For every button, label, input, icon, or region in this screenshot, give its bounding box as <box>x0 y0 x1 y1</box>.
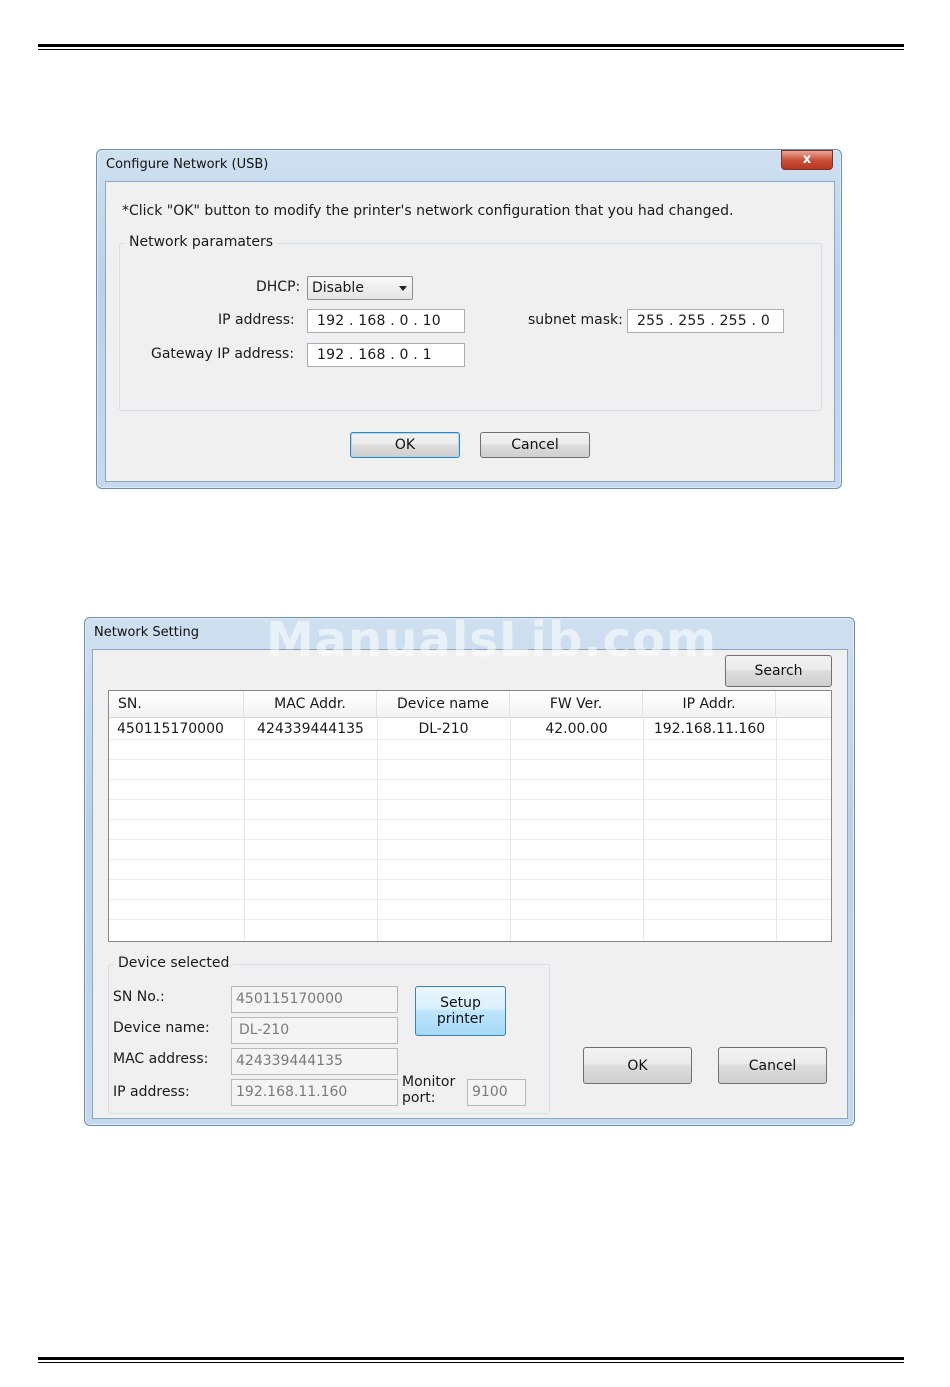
device-selected-label: Device selected <box>114 955 234 971</box>
column-header-sn[interactable]: SN. <box>109 691 244 717</box>
dialog-client-area: *Click "OK" button to modify the printer… <box>105 181 835 482</box>
ok-button[interactable]: OK <box>583 1047 692 1084</box>
cancel-button[interactable]: Cancel <box>480 432 590 458</box>
column-header-ip[interactable]: IP Addr. <box>643 691 776 717</box>
monitor-port-label-line1: Monitor <box>402 1074 456 1090</box>
row-divider <box>109 879 831 880</box>
dialog-title: Configure Network (USB) <box>106 157 269 172</box>
dialog-title: Network Setting <box>94 625 199 640</box>
setup-printer-button[interactable]: Setup printer <box>415 986 506 1036</box>
network-parameters-label: Network paramaters <box>125 234 278 250</box>
row-divider <box>109 859 831 860</box>
dhcp-value: Disable <box>312 280 364 296</box>
close-icon: x <box>802 152 812 167</box>
gateway-input[interactable]: 192 . 168 . 0 . 1 <box>307 343 465 367</box>
sn-no-label: SN No.: <box>113 989 165 1005</box>
instruction-text: *Click "OK" button to modify the printer… <box>122 203 734 219</box>
dhcp-select[interactable]: Disable <box>307 276 413 300</box>
column-header-fw-ver[interactable]: FW Ver. <box>510 691 643 717</box>
row-divider <box>109 899 831 900</box>
ok-button-label: OK <box>627 1057 648 1074</box>
device-list-table[interactable]: SN. MAC Addr. Device name FW Ver. IP Add… <box>108 690 832 942</box>
cancel-button[interactable]: Cancel <box>718 1047 827 1084</box>
row-divider <box>109 739 831 740</box>
row-divider <box>109 819 831 820</box>
setup-printer-label-line2: printer <box>436 1011 485 1027</box>
cell-ip: 192.168.11.160 <box>653 721 766 737</box>
ok-button-label: OK <box>394 437 416 453</box>
mac-address-label: MAC address: <box>113 1051 209 1067</box>
page-top-rule <box>38 44 904 50</box>
column-divider <box>510 717 511 941</box>
row-divider <box>109 759 831 760</box>
mac-address-field: 424339444135 <box>231 1048 398 1075</box>
ip-address-input[interactable]: 192 . 168 . 0 . 10 <box>307 309 465 333</box>
dialog-client-area: Search SN. MAC Addr. Device name FW Ver.… <box>92 649 848 1119</box>
column-divider <box>377 717 378 941</box>
device-name-label: Device name: <box>113 1020 210 1036</box>
page-bottom-rule <box>38 1357 904 1363</box>
subnet-mask-label: subnet mask: <box>528 312 623 328</box>
cell-device-name: DL-210 <box>418 721 469 737</box>
cancel-button-label: Cancel <box>748 1057 797 1074</box>
chevron-down-icon <box>399 286 407 291</box>
subnet-mask-input[interactable]: 255 . 255 . 255 . 0 <box>627 309 784 333</box>
cell-sn: 450115170000 <box>117 721 224 737</box>
column-divider <box>776 717 777 941</box>
search-button-label: Search <box>754 663 803 679</box>
network-setting-dialog: Network Setting Search SN. MAC Addr. Dev… <box>84 617 855 1126</box>
monitor-port-field: 9100 <box>467 1079 526 1106</box>
close-button[interactable]: x <box>781 150 833 170</box>
column-header-mac[interactable]: MAC Addr. <box>244 691 377 717</box>
column-divider <box>244 717 245 941</box>
ip-address-field: 192.168.11.160 <box>231 1079 398 1106</box>
row-divider <box>109 919 831 920</box>
row-divider <box>109 839 831 840</box>
row-divider <box>109 779 831 780</box>
ip-address-label: IP address: <box>218 312 295 328</box>
watermark: ManualsLib.com <box>266 612 717 668</box>
cell-mac: 424339444135 <box>257 721 364 737</box>
table-header: SN. MAC Addr. Device name FW Ver. IP Add… <box>109 691 831 718</box>
setup-printer-label-line1: Setup <box>440 995 481 1011</box>
column-header-device-name[interactable]: Device name <box>377 691 510 717</box>
monitor-port-label-line2: port: <box>402 1090 436 1106</box>
dhcp-label: DHCP: <box>256 279 301 295</box>
device-name-field: DL-210 <box>231 1017 398 1044</box>
gateway-label: Gateway IP address: <box>151 346 295 362</box>
row-divider <box>109 799 831 800</box>
column-divider <box>643 717 644 941</box>
configure-network-dialog: Configure Network (USB) x *Click "OK" bu… <box>96 149 842 489</box>
ip-address-label: IP address: <box>113 1084 190 1100</box>
sn-no-field: 450115170000 <box>231 986 398 1013</box>
search-button[interactable]: Search <box>725 655 832 687</box>
ok-button[interactable]: OK <box>350 432 460 458</box>
cancel-button-label: Cancel <box>511 437 559 453</box>
cell-fw-ver: 42.00.00 <box>545 721 608 737</box>
